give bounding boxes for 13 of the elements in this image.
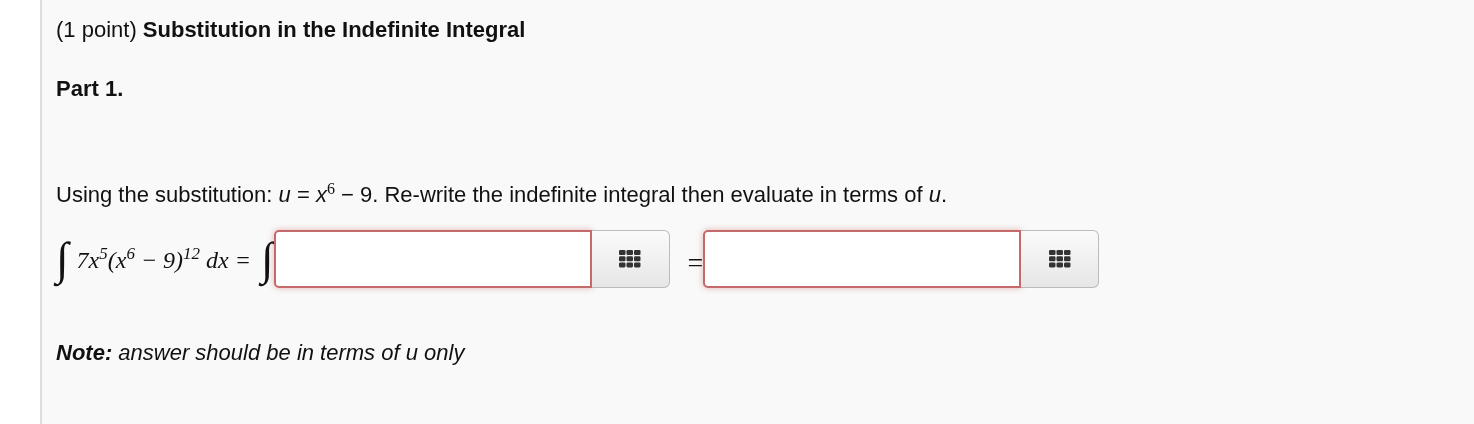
keypad-button[interactable] [591,230,670,289]
problem-header: (1 point) Substitution in the Indefinite Integral [56,16,527,44]
keypad-icon [619,250,642,269]
integrand-expression: 7x$^{5}$(x$^{6}$ − 9)$^{12}$ dx = [76,244,251,275]
equals-sign: = [687,247,704,280]
answer-field[interactable] [703,230,1022,289]
keypad-icon [1048,250,1071,269]
keypad-button[interactable] [1021,230,1100,289]
instruction-text: Using the substitution: u = x$^{6}$ − 9. Re-write the indefinite integral then evaluate in terms of u. [56,179,948,210]
answer-field[interactable] [273,230,592,289]
part-title: Part 1. [56,75,125,103]
integral-sign: ∫ [260,232,274,289]
note-text: Note: answer should be in terms of u only [56,340,467,367]
